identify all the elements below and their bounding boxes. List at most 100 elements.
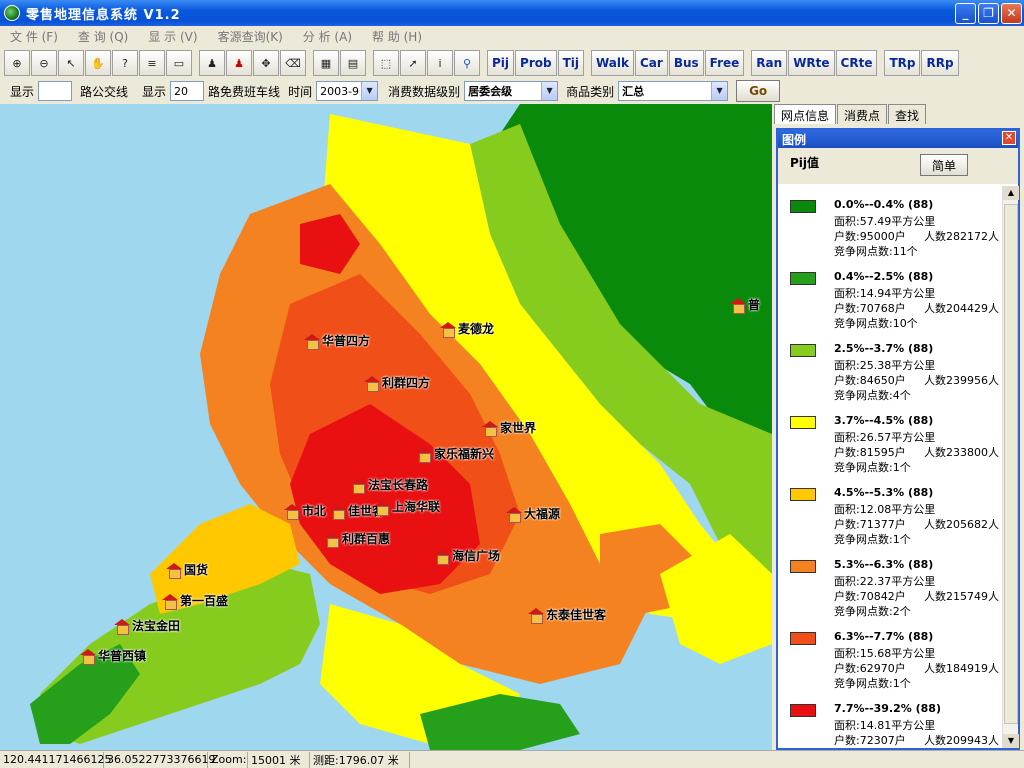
poi-fabao-jintian[interactable]: 法宝金田 — [114, 617, 180, 635]
move-tool-icon[interactable]: ✥ — [253, 50, 279, 76]
menu-query[interactable]: 查 询 (Q) — [78, 28, 128, 45]
poi-first-parkson[interactable]: 第一百盛 — [162, 592, 228, 610]
bus-button[interactable]: Bus — [668, 50, 704, 76]
poi-dafuyuan[interactable]: 大福源 — [506, 505, 560, 523]
layers-icon[interactable]: ≡ — [139, 50, 165, 76]
store-icon — [284, 503, 300, 520]
poi-carrefour[interactable]: 家乐福新兴 — [416, 445, 494, 463]
poi-dongtai-jusco[interactable]: 东泰佳世客 — [528, 606, 606, 624]
pointer-icon[interactable]: ↖ — [58, 50, 84, 76]
map-view[interactable]: 华普四方 麦德龙 利群四方 家世界 家乐福新兴 法宝长春路 市北 佳世客 上海华… — [0, 104, 772, 750]
poi-metro[interactable]: 麦德龙 — [440, 320, 494, 338]
status-bar: 120.441171466125 36.0522773376619 Zoom: … — [0, 750, 1024, 768]
poi-huapu-sifang[interactable]: 华普四方 — [304, 332, 370, 350]
legend-competitors: 竞争网点数:10个 — [834, 317, 918, 330]
free-bus-count-input[interactable]: 20 — [170, 81, 205, 101]
eraser-icon[interactable]: ⌫ — [280, 50, 306, 76]
poi-shibei[interactable]: 市北 — [284, 502, 326, 520]
chevron-down-icon[interactable]: ▼ — [711, 82, 728, 100]
tij-button[interactable]: Tij — [557, 50, 584, 76]
table-icon[interactable]: ▦ — [313, 50, 339, 76]
tab-consumption[interactable]: 消费点 — [837, 104, 888, 124]
legend-swatch — [790, 344, 816, 357]
poi-huapu-xizhen[interactable]: 华普西镇 — [80, 647, 146, 665]
simple-button[interactable]: 简单 — [920, 154, 968, 176]
identify-icon[interactable]: i — [427, 50, 453, 76]
tab-store-info[interactable]: 网点信息 — [774, 104, 837, 124]
legend-item: 7.7%--39.2% (88) 面积:14.81平方公里 户数:72307户 人数2… — [778, 690, 1002, 748]
menu-help[interactable]: 帮 助 (H) — [372, 28, 422, 45]
restore-button[interactable]: ❐ — [978, 3, 999, 24]
legend-households: 户数:70768户 — [834, 302, 906, 315]
legend-area: 面积:57.49平方公里 — [834, 215, 936, 228]
select-arrow-icon[interactable]: ➚ — [400, 50, 426, 76]
minimize-button[interactable]: _ — [955, 3, 976, 24]
legend-area: 面积:15.68平方公里 — [834, 647, 936, 660]
poi-pu-east[interactable]: 普 — [730, 296, 760, 314]
store-icon — [416, 446, 432, 463]
tab-search[interactable]: 查找 — [888, 104, 927, 124]
zoom-in-icon[interactable]: ⊕ — [4, 50, 30, 76]
select-rect-icon[interactable]: ⬚ — [373, 50, 399, 76]
legend-households: 户数:84650户 — [834, 374, 906, 387]
category-select-value: 汇总 — [622, 85, 645, 98]
poi-shanghai-hualian[interactable]: 上海华联 — [374, 498, 440, 516]
walk-button[interactable]: Walk — [591, 50, 634, 76]
report-icon[interactable]: ▤ — [340, 50, 366, 76]
trp-button[interactable]: TRp — [884, 50, 921, 76]
crte-button[interactable]: CRte — [835, 50, 878, 76]
menu-source-query[interactable]: 客源查询(K) — [218, 28, 283, 45]
menu-analysis[interactable]: 分 析 (A) — [303, 28, 352, 45]
poi-liqun-sifang[interactable]: 利群四方 — [364, 374, 430, 392]
store-icon — [324, 531, 340, 548]
close-icon[interactable]: ✕ — [1002, 131, 1016, 145]
ran-button[interactable]: Ran — [751, 50, 788, 76]
store-icon — [364, 375, 380, 392]
add-store-icon[interactable]: ♟ — [199, 50, 225, 76]
pij-button[interactable]: Pij — [487, 50, 515, 76]
category-select[interactable]: 汇总 ▼ — [618, 81, 729, 101]
bus-count-input[interactable] — [38, 81, 73, 101]
car-button[interactable]: Car — [635, 50, 668, 76]
scroll-thumb[interactable] — [1004, 204, 1018, 724]
zoom-out-icon[interactable]: ⊖ — [31, 50, 57, 76]
scroll-up-icon[interactable]: ▲ — [1003, 186, 1019, 200]
walker-icon[interactable]: ⚲ — [454, 50, 480, 76]
menu-view[interactable]: 显 示 (V) — [148, 28, 197, 45]
wrte-button[interactable]: WRte — [788, 50, 835, 76]
close-button[interactable]: ✕ — [1001, 3, 1022, 24]
poi-guohuo[interactable]: 国货 — [166, 561, 208, 579]
legend-population: 人数205682人 — [924, 518, 999, 531]
legend-scrollbar[interactable]: ▲ ▼ — [1002, 186, 1019, 748]
options-bar: 显示 路公交线 显示 20 路免费班车线 时间 2003-9 ▼ 消费数据级别 … — [0, 78, 1024, 104]
legend-competitors: 竞争网点数:2个 — [834, 605, 911, 618]
pan-hand-icon[interactable]: ✋ — [85, 50, 111, 76]
add-competitor-icon[interactable]: ♟ — [226, 50, 252, 76]
chevron-down-icon[interactable]: ▼ — [541, 82, 558, 100]
poi-hisense-plaza[interactable]: 海信广场 — [434, 547, 500, 565]
legend-range: 3.7%--4.5% (88) — [834, 414, 934, 427]
side-tabs: 网点信息 消费点 查找 — [774, 104, 927, 124]
store-icon — [330, 503, 346, 520]
prob-button[interactable]: Prob — [515, 50, 557, 76]
poi-jiashijie[interactable]: 家世界 — [482, 419, 536, 437]
info-query-icon[interactable]: ? — [112, 50, 138, 76]
store-icon — [506, 506, 522, 523]
poi-fabao-changchun[interactable]: 法宝长春路 — [350, 476, 428, 494]
rrp-button[interactable]: RRp — [921, 50, 959, 76]
level-select[interactable]: 居委会级 ▼ — [464, 81, 559, 101]
scroll-down-icon[interactable]: ▼ — [1003, 734, 1019, 748]
free-button[interactable]: Free — [704, 50, 745, 76]
time-select[interactable]: 2003-9 ▼ — [316, 81, 379, 101]
menu-file[interactable]: 文 件 (F) — [10, 28, 58, 45]
legend-header: 图例 ✕ — [778, 130, 1018, 148]
chevron-down-icon[interactable]: ▼ — [361, 82, 378, 100]
store-icon — [528, 607, 544, 624]
legend-range: 4.5%--5.3% (88) — [834, 486, 934, 499]
overview-icon[interactable]: ▭ — [166, 50, 192, 76]
free-bus-line-label: 路免费班车线 — [208, 84, 281, 99]
poi-liqun-baihui[interactable]: 利群百惠 — [324, 530, 390, 548]
legend-area: 面积:22.37平方公里 — [834, 575, 936, 588]
legend-swatch — [790, 704, 816, 717]
go-button[interactable]: Go — [736, 80, 781, 102]
